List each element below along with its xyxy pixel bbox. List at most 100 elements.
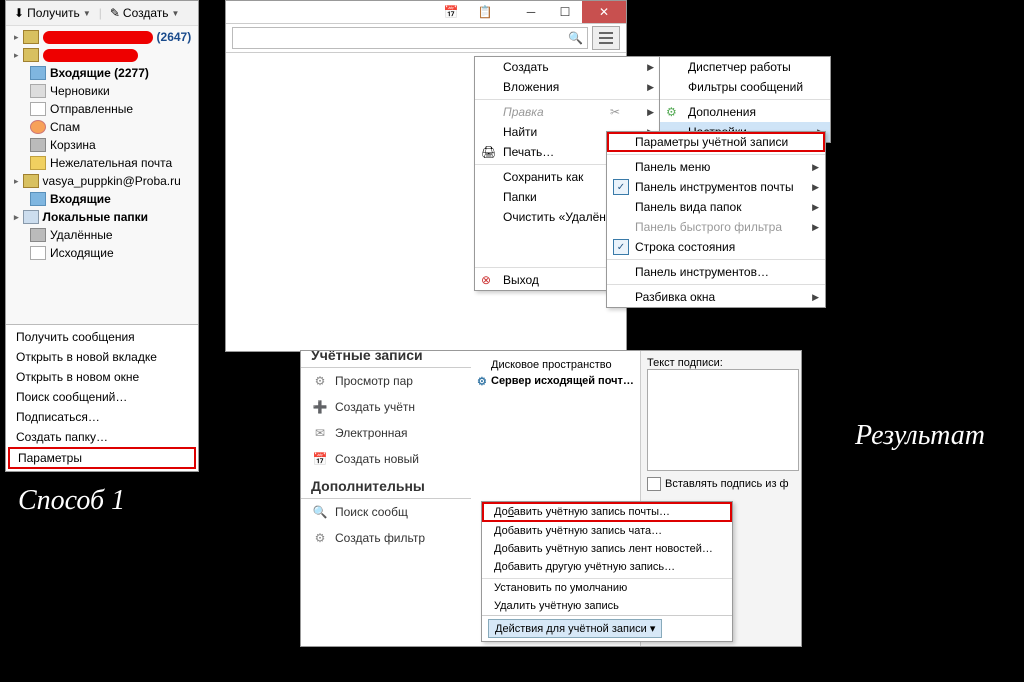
arrow-right-icon: ▶ bbox=[647, 62, 654, 73]
exit-icon: ⊗ bbox=[481, 273, 491, 287]
arrow-right-icon: ▶ bbox=[812, 202, 819, 213]
menu-menu-bar[interactable]: Панель меню▶ bbox=[607, 154, 825, 177]
menu-account-settings[interactable]: Параметры учётной записи bbox=[607, 132, 825, 152]
ctx-open-tab[interactable]: Открыть в новой вкладке bbox=[6, 347, 198, 367]
app-menu-button[interactable] bbox=[592, 26, 620, 50]
inbox-icon bbox=[30, 192, 46, 206]
signature-label: Текст подписи: bbox=[647, 357, 795, 369]
menu-filters[interactable]: Фильтры сообщений bbox=[660, 77, 830, 97]
label-result: Результат bbox=[855, 420, 985, 452]
expand-icon[interactable]: ▸ bbox=[14, 176, 19, 187]
delete-account[interactable]: Удалить учётную запись bbox=[482, 597, 732, 615]
mail-icon: ✉ bbox=[311, 426, 329, 440]
create-new[interactable]: 📅Создать новый bbox=[301, 446, 471, 472]
checkbox-icon[interactable] bbox=[647, 477, 661, 491]
folder-label: Входящие (2277) bbox=[50, 66, 149, 80]
create-account[interactable]: ➕Создать учётн bbox=[301, 394, 471, 420]
advanced-heading: Дополнительны bbox=[301, 472, 471, 499]
settings-submenu: Параметры учётной записи Панель меню▶ ✓П… bbox=[606, 131, 826, 308]
expand-icon[interactable]: ▸ bbox=[14, 50, 19, 61]
menu-layout[interactable]: Разбивка окна▶ bbox=[607, 284, 825, 307]
ctx-search[interactable]: Поиск сообщений… bbox=[6, 387, 198, 407]
account-actions-button[interactable]: Действия для учётной записи ▾ bbox=[488, 619, 662, 638]
ctx-new-folder[interactable]: Создать папку… bbox=[6, 427, 198, 447]
folder-label: Локальные папки bbox=[43, 210, 149, 224]
arrow-right-icon: ▶ bbox=[812, 182, 819, 193]
drafts-folder[interactable]: Черновики bbox=[6, 82, 198, 100]
result-panel: Учётные записи ⚙Просмотр пар ➕Создать уч… bbox=[300, 350, 802, 647]
search-input[interactable]: 🔍 bbox=[232, 27, 588, 49]
ctx-get-messages[interactable]: Получить сообщения bbox=[6, 327, 198, 347]
menu-mail-toolbar[interactable]: ✓Панель инструментов почты▶ bbox=[607, 177, 825, 197]
sidebar-toolbar: ⬇ Получить ▼ | ✎ Создать ▼ bbox=[6, 1, 198, 26]
create-label: Создать bbox=[123, 6, 169, 20]
inbox-folder[interactable]: Входящие (2277) bbox=[6, 64, 198, 82]
account-icon bbox=[23, 30, 39, 44]
get-button[interactable]: ⬇ Получить ▼ bbox=[10, 4, 95, 22]
search-icon: 🔍 bbox=[311, 505, 329, 519]
sent-folder[interactable]: Отправленные bbox=[6, 100, 198, 118]
deleted-folder[interactable]: Удалённые bbox=[6, 226, 198, 244]
menu-dispatcher[interactable]: Диспетчер работы bbox=[660, 57, 830, 77]
email-item[interactable]: ✉Электронная bbox=[301, 420, 471, 446]
menu-create[interactable]: Создать▶ bbox=[475, 57, 660, 77]
arrow-right-icon: ▶ bbox=[812, 292, 819, 303]
insert-sig-row[interactable]: Вставлять подпись из ф bbox=[647, 477, 795, 491]
calendar-icon: 📅 bbox=[311, 452, 329, 466]
arrow-right-icon: ▶ bbox=[647, 107, 654, 118]
smtp-server[interactable]: Сервер исходящей почт… bbox=[477, 373, 634, 389]
ctx-open-window[interactable]: Открыть в новом окне bbox=[6, 367, 198, 387]
spam-folder[interactable]: Спам bbox=[6, 118, 198, 136]
get-label: Получить bbox=[27, 6, 80, 20]
accounts-heading: Учётные записи bbox=[301, 351, 471, 368]
printer-icon: 🖨 bbox=[481, 145, 496, 159]
trash-folder[interactable]: Корзина bbox=[6, 136, 198, 154]
maximize-button[interactable]: ☐ bbox=[548, 1, 582, 23]
minimize-button[interactable]: ─ bbox=[514, 1, 548, 23]
expand-icon[interactable]: ▸ bbox=[14, 212, 19, 223]
account-1[interactable]: ▸ (2647) bbox=[6, 28, 198, 46]
expand-icon[interactable]: ▸ bbox=[14, 32, 19, 43]
junk-folder[interactable]: Нежелательная почта bbox=[6, 154, 198, 172]
outbox-icon bbox=[30, 246, 46, 260]
add-other-account[interactable]: Добавить другую учётную запись… bbox=[482, 558, 732, 576]
menu-attachments[interactable]: Вложения▶ bbox=[475, 77, 660, 97]
view-settings[interactable]: ⚙Просмотр пар bbox=[301, 368, 471, 394]
arrow-right-icon: ▶ bbox=[812, 222, 819, 233]
disk-space[interactable]: Дисковое пространство bbox=[477, 357, 634, 373]
tasks-icon-btn[interactable]: 📋 bbox=[468, 1, 502, 23]
local-folders[interactable]: ▸ Локальные папки bbox=[6, 208, 198, 226]
spam-icon bbox=[30, 120, 46, 134]
ctx-parameters[interactable]: Параметры bbox=[8, 447, 196, 469]
calendar-icon-btn[interactable]: 📅 bbox=[434, 1, 468, 23]
folder-tree: ▸ (2647) ▸ Входящие (2277) Черновики Отп… bbox=[6, 26, 198, 324]
account-1b[interactable]: ▸ bbox=[6, 46, 198, 64]
menu-folder-pane[interactable]: Панель вида папок▶ bbox=[607, 197, 825, 217]
outgoing-folder[interactable]: Исходящие bbox=[6, 244, 198, 262]
menu-toolbars[interactable]: Панель инструментов… bbox=[607, 259, 825, 282]
settings-left-pane: Учётные записи ⚙Просмотр пар ➕Создать уч… bbox=[301, 351, 472, 646]
create-button[interactable]: ✎ Создать ▼ bbox=[106, 4, 184, 22]
add-feed-account[interactable]: Добавить учётную запись лент новостей… bbox=[482, 540, 732, 558]
set-default[interactable]: Установить по умолчанию bbox=[482, 578, 732, 597]
menu-quick-filter: Панель быстрого фильтра▶ bbox=[607, 217, 825, 237]
menu-status-bar[interactable]: ✓Строка состояния bbox=[607, 237, 825, 257]
menu-addons[interactable]: ⚙Дополнения bbox=[660, 99, 830, 122]
folder-label: Входящие bbox=[50, 192, 111, 206]
create-filter[interactable]: ⚙Создать фильтр bbox=[301, 525, 471, 551]
folder-label: Черновики bbox=[50, 84, 110, 98]
account-2[interactable]: ▸ vasya_puppkin@Proba.ru bbox=[6, 172, 198, 190]
signature-textarea[interactable] bbox=[647, 369, 799, 471]
search-messages[interactable]: 🔍Поиск сообщ bbox=[301, 499, 471, 525]
add-chat-account[interactable]: Добавить учётную запись чата… bbox=[482, 522, 732, 540]
close-button[interactable]: ✕ bbox=[582, 1, 626, 23]
folder-label: Нежелательная почта bbox=[50, 156, 172, 170]
redacted-account-name bbox=[43, 31, 153, 44]
folder-label: Отправленные bbox=[50, 102, 133, 116]
add-mail-account[interactable]: Добавить учётную запись почты… bbox=[482, 502, 732, 522]
ctx-subscribe[interactable]: Подписаться… bbox=[6, 407, 198, 427]
folder-label: Удалённые bbox=[50, 228, 113, 242]
checkbox-checked-icon: ✓ bbox=[613, 239, 629, 255]
local-icon bbox=[23, 210, 39, 224]
inbox2-folder[interactable]: Входящие bbox=[6, 190, 198, 208]
